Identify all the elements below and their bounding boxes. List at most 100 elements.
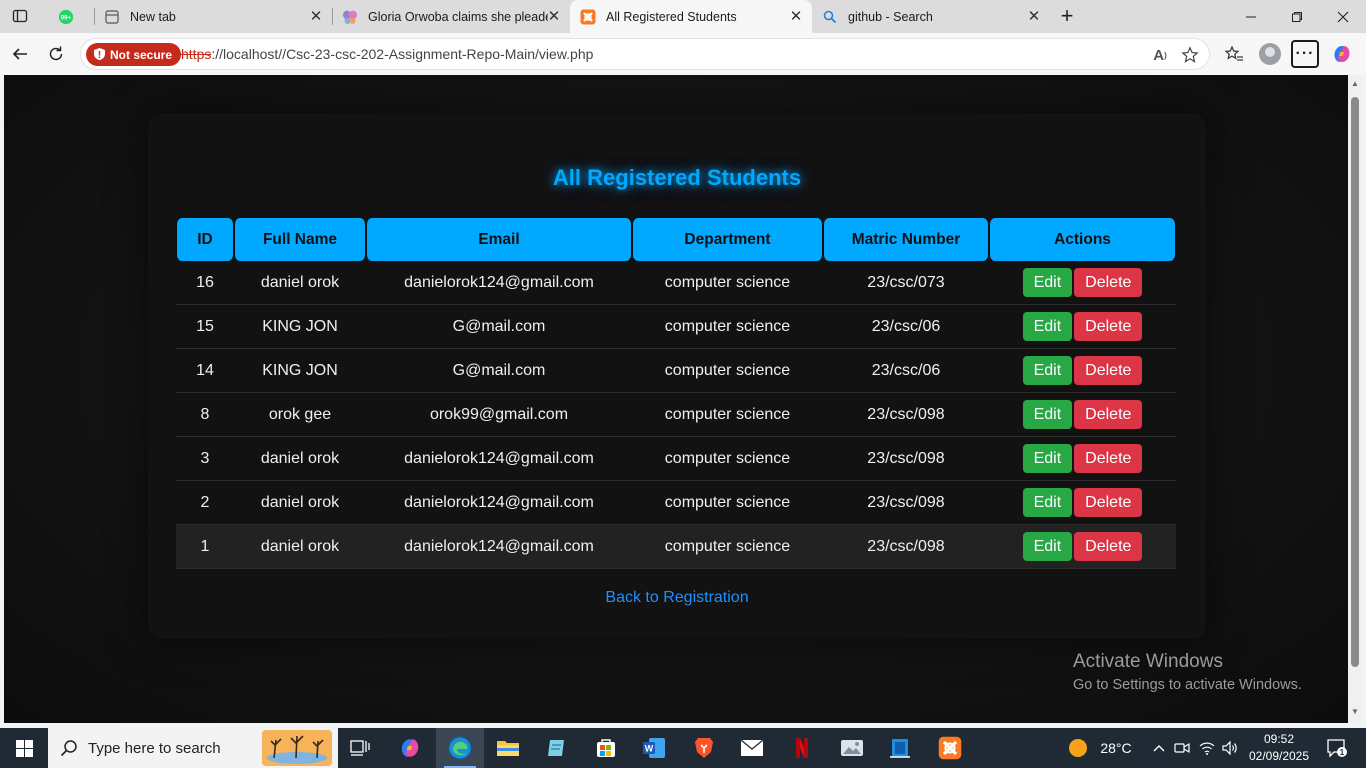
close-icon[interactable]: ✕ <box>788 8 804 25</box>
minimize-icon[interactable] <box>1228 0 1274 33</box>
cell-matric-number: 23/csc/098 <box>823 437 989 481</box>
delete-button[interactable]: Delete <box>1074 532 1143 561</box>
search-highlight-landscape-icon <box>262 730 332 768</box>
cell-actions: Edit Delete <box>989 481 1176 525</box>
tab-new-tab[interactable]: New tab ✕ <box>94 0 332 33</box>
copilot-app-icon[interactable] <box>386 728 434 768</box>
favorite-star-icon[interactable] <box>1179 44 1201 66</box>
scrollbar-thumb[interactable] <box>1351 97 1359 667</box>
address-bar[interactable]: Not secure https://localhost//Csc-23-csc… <box>80 38 1210 70</box>
column-header-actions: Actions <box>989 218 1176 261</box>
cell-full-name: daniel orok <box>234 437 366 481</box>
browser-toolbar: Not secure https://localhost//Csc-23-csc… <box>0 33 1366 75</box>
close-icon[interactable]: ✕ <box>1026 8 1042 25</box>
svg-text:99+: 99+ <box>61 14 72 21</box>
restore-icon[interactable] <box>1274 0 1320 33</box>
profile-avatar[interactable] <box>1256 40 1284 68</box>
netflix-icon[interactable] <box>778 728 826 768</box>
wifi-icon[interactable] <box>1197 728 1217 768</box>
edit-button[interactable]: Edit <box>1022 356 1073 385</box>
new-tab-plus-icon[interactable]: + <box>1054 3 1080 28</box>
cell-email: danielorok124@gmail.com <box>366 261 632 305</box>
edge-browser-icon[interactable] <box>436 728 484 768</box>
edit-button[interactable]: Edit <box>1022 488 1073 517</box>
weather-sun-icon[interactable] <box>1066 728 1090 768</box>
back-to-registration-link[interactable]: Back to Registration <box>148 589 1206 607</box>
cell-matric-number: 23/csc/098 <box>823 481 989 525</box>
microsoft-store-icon[interactable] <box>582 728 630 768</box>
table-row: 3 daniel orok danielorok124@gmail.com co… <box>176 437 1176 481</box>
settings-more-icon[interactable]: ··· <box>1291 40 1319 68</box>
delete-button[interactable]: Delete <box>1074 312 1143 341</box>
cell-department: computer science <box>632 305 823 349</box>
refresh-icon[interactable] <box>42 40 70 68</box>
svg-text:W: W <box>645 744 654 754</box>
cell-id: 14 <box>176 349 234 393</box>
cell-full-name: KING JON <box>234 305 366 349</box>
butterfly-icon <box>342 9 358 25</box>
mail-app-icon[interactable] <box>728 728 776 768</box>
close-window-icon[interactable] <box>1320 0 1366 33</box>
notepad-app-icon[interactable] <box>532 728 580 768</box>
cell-email: danielorok124@gmail.com <box>366 437 632 481</box>
table-row: 2 daniel orok danielorok124@gmail.com co… <box>176 481 1176 525</box>
edit-button[interactable]: Edit <box>1022 312 1073 341</box>
chevron-up-icon[interactable] <box>1150 728 1168 768</box>
clock-time: 09:52 <box>1263 732 1295 746</box>
cell-matric-number: 23/csc/06 <box>823 349 989 393</box>
close-icon[interactable]: ✕ <box>308 8 324 25</box>
edit-button[interactable]: Edit <box>1022 400 1073 429</box>
tab-whatsapp[interactable]: 99+ <box>48 0 94 33</box>
delete-button[interactable]: Delete <box>1074 268 1143 297</box>
system-clock[interactable]: 09:52 02/09/2025 <box>1246 731 1312 765</box>
column-header-id: ID <box>176 218 234 261</box>
column-header-full-name: Full Name <box>234 218 366 261</box>
tab-news-article[interactable]: Gloria Orwoba claims she pleaded ✕ <box>332 0 570 33</box>
page-scrollbar[interactable]: ▲ ▼ <box>1348 75 1362 723</box>
file-explorer-icon[interactable] <box>484 728 532 768</box>
notification-center-icon[interactable]: 1 <box>1322 728 1352 768</box>
favorites-collection-icon[interactable] <box>1220 40 1248 68</box>
tab-actions-icon[interactable] <box>6 4 34 28</box>
weather-temperature[interactable]: 28°C <box>1094 728 1138 768</box>
cell-id: 8 <box>176 393 234 437</box>
delete-button[interactable]: Delete <box>1074 444 1143 473</box>
edit-button[interactable]: Edit <box>1022 268 1073 297</box>
cell-matric-number: 23/csc/098 <box>823 393 989 437</box>
edit-button[interactable]: Edit <box>1022 532 1073 561</box>
task-view-icon[interactable] <box>336 728 384 768</box>
scroll-up-arrow-icon[interactable]: ▲ <box>1350 79 1360 89</box>
word-app-icon[interactable]: W <box>630 728 678 768</box>
new-tab-page-icon <box>104 9 120 25</box>
brave-browser-icon[interactable] <box>680 728 728 768</box>
delete-button[interactable]: Delete <box>1074 356 1143 385</box>
cell-actions: Edit Delete <box>989 305 1176 349</box>
read-aloud-icon[interactable]: A) <box>1149 44 1171 66</box>
copilot-icon[interactable] <box>1328 40 1356 68</box>
blue-app-icon[interactable] <box>876 728 924 768</box>
cell-id: 2 <box>176 481 234 525</box>
volume-icon[interactable] <box>1220 728 1240 768</box>
page-viewport: All Registered Students ID Full Name Ema… <box>4 75 1348 723</box>
photos-app-icon[interactable] <box>828 728 876 768</box>
taskbar-search-box[interactable]: Type here to search <box>48 728 338 768</box>
xampp-app-icon[interactable] <box>926 728 974 768</box>
url-text[interactable]: https://localhost//Csc-23-csc-202-Assign… <box>181 46 593 62</box>
windows-taskbar: Type here to search W 28°C 09:52 02/09/2… <box>0 728 1366 768</box>
cell-actions: Edit Delete <box>989 437 1176 481</box>
back-arrow-icon[interactable] <box>6 40 34 68</box>
tab-github-search[interactable]: github - Search ✕ <box>812 0 1050 33</box>
edit-button[interactable]: Edit <box>1022 444 1073 473</box>
not-secure-badge[interactable]: Not secure <box>86 43 182 66</box>
scroll-down-arrow-icon[interactable]: ▼ <box>1350 707 1360 717</box>
url-scheme: https <box>181 46 212 62</box>
meet-now-icon[interactable] <box>1172 728 1192 768</box>
close-icon[interactable]: ✕ <box>546 8 562 25</box>
delete-button[interactable]: Delete <box>1074 400 1143 429</box>
cell-id: 16 <box>176 261 234 305</box>
search-icon <box>822 9 838 25</box>
windows-start-icon[interactable] <box>0 728 48 768</box>
delete-button[interactable]: Delete <box>1074 488 1143 517</box>
tab-all-registered-students[interactable]: All Registered Students ✕ <box>570 0 812 33</box>
tab-title: All Registered Students <box>606 9 737 24</box>
